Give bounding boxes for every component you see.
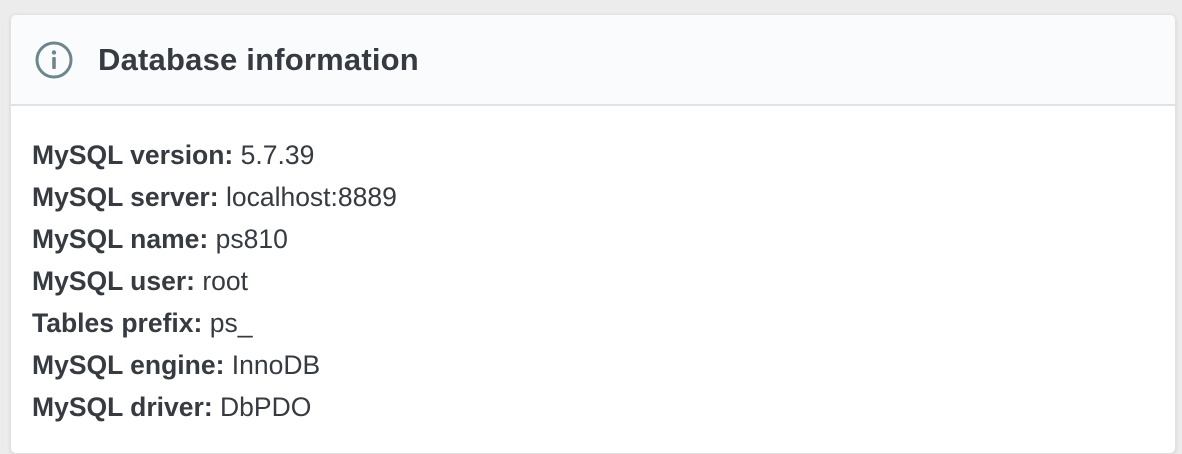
info-icon bbox=[34, 40, 74, 80]
info-row-mysql-version: MySQL version: 5.7.39 bbox=[32, 134, 1175, 176]
info-row-mysql-engine: MySQL engine: InnoDB bbox=[32, 344, 1175, 386]
info-row-mysql-driver: MySQL driver: DbPDO bbox=[32, 386, 1175, 428]
info-value: InnoDB bbox=[231, 350, 321, 380]
info-label: MySQL server: bbox=[32, 182, 219, 212]
info-label: MySQL driver: bbox=[32, 392, 213, 422]
info-row-mysql-user: MySQL user: root bbox=[32, 260, 1175, 302]
info-value: ps810 bbox=[215, 224, 288, 254]
info-value: root bbox=[202, 266, 249, 296]
info-row-mysql-server: MySQL server: localhost:8889 bbox=[32, 176, 1175, 218]
card-header: Database information bbox=[11, 15, 1175, 106]
info-value: DbPDO bbox=[220, 392, 312, 422]
info-label: MySQL version: bbox=[32, 140, 234, 170]
info-value: ps_ bbox=[209, 308, 253, 338]
info-value: localhost:8889 bbox=[225, 182, 397, 212]
info-label: MySQL engine: bbox=[32, 350, 225, 380]
database-info-card: Database information MySQL version: 5.7.… bbox=[10, 14, 1176, 454]
card-body: MySQL version: 5.7.39 MySQL server: loca… bbox=[11, 106, 1175, 428]
card-title: Database information bbox=[98, 41, 419, 77]
info-label: MySQL user: bbox=[32, 266, 195, 296]
info-value: 5.7.39 bbox=[240, 140, 315, 170]
info-label: Tables prefix: bbox=[32, 308, 203, 338]
info-label: MySQL name: bbox=[32, 224, 209, 254]
info-row-tables-prefix: Tables prefix: ps_ bbox=[32, 302, 1175, 344]
info-row-mysql-name: MySQL name: ps810 bbox=[32, 218, 1175, 260]
